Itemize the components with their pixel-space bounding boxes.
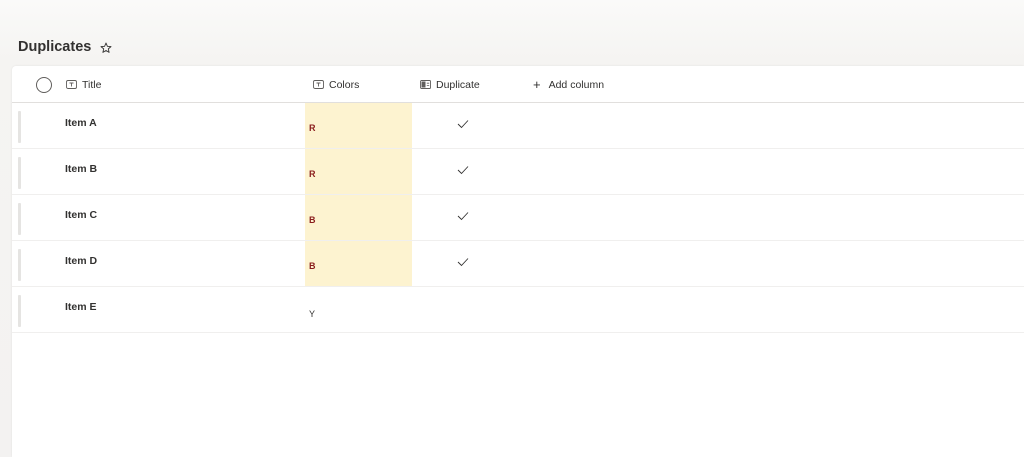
add-column-label: Add column <box>548 78 605 91</box>
checkmark-icon <box>457 254 469 267</box>
column-header-label: Colors <box>329 78 360 91</box>
row-select-handle[interactable] <box>18 295 21 327</box>
row-title[interactable]: Item B <box>65 163 97 175</box>
colors-value: R <box>309 169 316 179</box>
plus-icon: + <box>533 77 541 92</box>
star-outline-icon[interactable] <box>100 41 112 53</box>
column-header-label: Duplicate <box>436 78 480 91</box>
colors-value: R <box>309 123 316 133</box>
column-header-duplicate[interactable]: Duplicate <box>420 66 480 103</box>
row-title[interactable]: Item C <box>65 209 97 221</box>
colors-value: B <box>309 261 316 271</box>
checkmark-icon <box>457 208 469 221</box>
colors-cell[interactable]: R <box>305 149 412 194</box>
add-column-button[interactable]: + Add column <box>533 66 604 103</box>
table-row[interactable]: Item D B <box>12 241 1024 287</box>
row-select-handle[interactable] <box>18 111 21 143</box>
colors-cell[interactable]: R <box>305 103 412 148</box>
column-header-label: Title <box>82 78 102 91</box>
colors-cell[interactable]: B <box>305 195 412 240</box>
select-all-checkbox[interactable] <box>36 77 52 93</box>
colors-cell[interactable]: B <box>305 241 412 286</box>
list-panel: Title Colors Duplicate + Add column Item… <box>12 66 1024 457</box>
text-column-icon <box>313 79 324 90</box>
page-header: Duplicates <box>18 36 112 58</box>
column-header-colors[interactable]: Colors <box>313 66 359 103</box>
colors-cell[interactable]: Y <box>305 287 412 332</box>
checkmark-icon <box>457 162 469 175</box>
colors-value: B <box>309 215 316 225</box>
colors-value: Y <box>309 309 316 319</box>
row-title[interactable]: Item A <box>65 117 97 129</box>
row-title[interactable]: Item D <box>65 255 97 267</box>
text-column-icon <box>66 79 77 90</box>
column-header-title[interactable]: Title <box>66 66 101 103</box>
table-row[interactable]: Item C B <box>12 195 1024 241</box>
checkmark-icon <box>457 116 469 129</box>
row-select-handle[interactable] <box>18 157 21 189</box>
column-header-row: Title Colors Duplicate + Add column <box>12 66 1024 103</box>
row-title[interactable]: Item E <box>65 301 97 313</box>
row-select-handle[interactable] <box>18 249 21 281</box>
table-row[interactable]: Item B R <box>12 149 1024 195</box>
page-title: Duplicates <box>18 39 92 55</box>
row-select-handle[interactable] <box>18 203 21 235</box>
table-row[interactable]: Item A R <box>12 103 1024 149</box>
table-row[interactable]: Item E Y <box>12 287 1024 333</box>
calculated-column-icon <box>420 79 431 90</box>
